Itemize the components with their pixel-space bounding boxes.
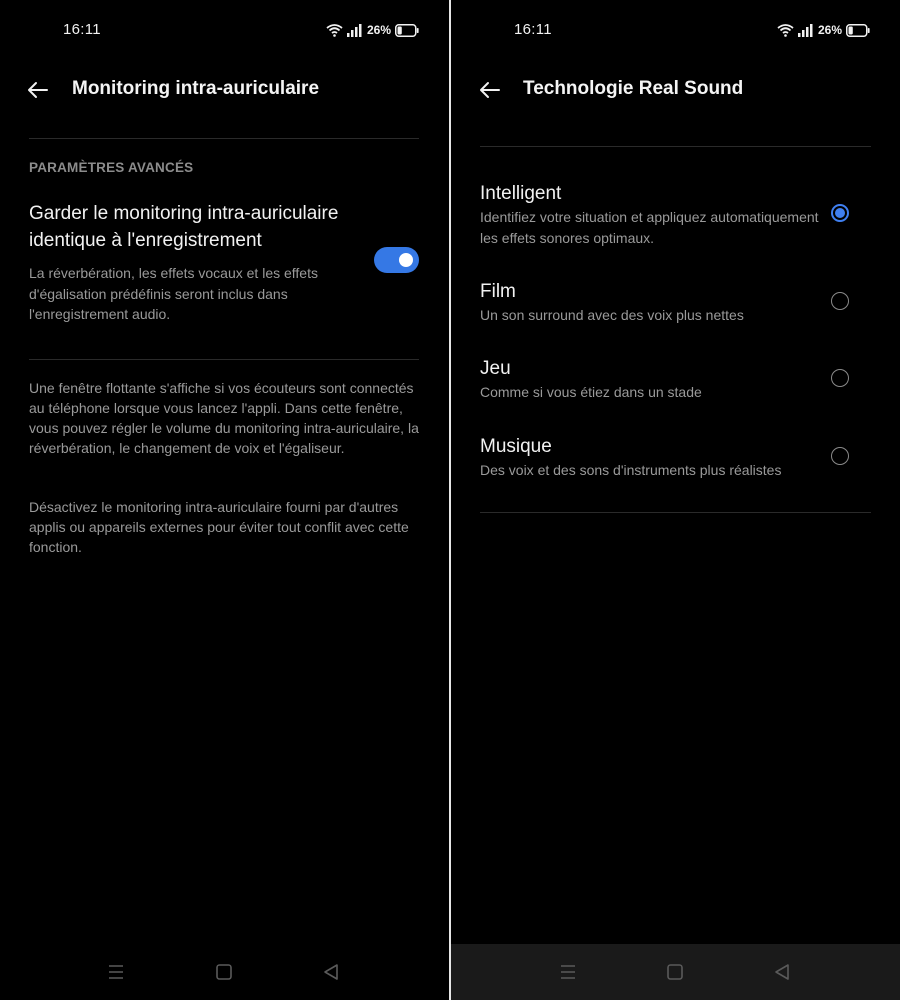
status-time: 16:11 xyxy=(514,21,552,38)
setting-title: Garder le monitoring intra-auriculaire i… xyxy=(29,203,339,251)
section-label: PARAMÈTRES AVANCÉS xyxy=(29,160,194,175)
navigation-bar xyxy=(0,944,449,1000)
status-bar: 16:11 26% xyxy=(0,18,449,42)
navigation-bar xyxy=(451,944,900,1000)
screenshot-stage: 16:11 26% Monitoring intra-auriculaire P… xyxy=(0,0,900,1000)
info-paragraph-2: Désactivez le monitoring intra-auriculai… xyxy=(29,499,409,555)
setting-description: La réverbération, les effets vocaux et l… xyxy=(29,265,318,322)
option-jeu[interactable]: Jeu Comme si vous étiez dans un stade xyxy=(480,356,872,403)
battery-icon xyxy=(395,23,419,37)
page-title: Monitoring intra-auriculaire xyxy=(72,78,320,99)
wifi-icon xyxy=(326,24,343,37)
radio-intelligent[interactable] xyxy=(831,204,849,222)
status-icons: 26% xyxy=(777,20,870,40)
option-title: Intelligent xyxy=(480,183,562,204)
triangle-back-icon[interactable] xyxy=(320,961,342,983)
radio-film[interactable] xyxy=(831,292,849,310)
signal-icon xyxy=(797,24,813,37)
option-description: Comme si vous étiez dans un stade xyxy=(480,384,702,400)
page-title: Technologie Real Sound xyxy=(523,78,744,99)
radio-jeu[interactable] xyxy=(831,369,849,387)
option-title: Musique xyxy=(480,436,552,457)
battery-percent: 26% xyxy=(817,23,842,37)
divider xyxy=(480,512,871,513)
option-description: Un son surround avec des voix plus nette… xyxy=(480,307,744,323)
status-icons: 26% xyxy=(326,20,419,40)
option-title: Jeu xyxy=(480,358,511,379)
option-description: Identifiez votre situation et appliquez … xyxy=(480,209,819,246)
battery-percent: 26% xyxy=(366,23,391,37)
option-intelligent[interactable]: Intelligent Identifiez votre situation e… xyxy=(480,181,872,249)
toggle-knob xyxy=(399,253,413,267)
signal-icon xyxy=(346,24,362,37)
status-bar: 16:11 26% xyxy=(451,18,900,42)
radio-musique[interactable] xyxy=(831,447,849,465)
status-time: 16:11 xyxy=(63,21,101,38)
option-description: Des voix et des sons d'instruments plus … xyxy=(480,462,782,478)
option-musique[interactable]: Musique Des voix et des sons d'instrumen… xyxy=(480,434,872,481)
wifi-icon xyxy=(777,24,794,37)
home-square-icon[interactable] xyxy=(664,961,686,983)
battery-icon xyxy=(846,23,870,37)
divider xyxy=(29,138,419,139)
option-film[interactable]: Film Un son surround avec des voix plus … xyxy=(480,279,872,326)
home-square-icon[interactable] xyxy=(213,961,235,983)
option-title: Film xyxy=(480,281,516,302)
left-header: Monitoring intra-auriculaire xyxy=(0,74,449,108)
right-header: Technologie Real Sound xyxy=(451,74,900,108)
menu-icon[interactable] xyxy=(105,961,127,983)
divider xyxy=(480,146,871,147)
info-paragraph-1: Une fenêtre flottante s'affiche si vos é… xyxy=(29,380,419,456)
left-screen: 16:11 26% Monitoring intra-auriculaire P… xyxy=(0,0,449,1000)
right-screen: 16:11 26% Technologie Real Sound Intelli… xyxy=(451,0,900,1000)
triangle-back-icon[interactable] xyxy=(771,961,793,983)
keep-monitoring-toggle[interactable] xyxy=(374,247,419,273)
menu-icon[interactable] xyxy=(557,961,579,983)
back-arrow-icon[interactable] xyxy=(26,78,50,102)
back-arrow-icon[interactable] xyxy=(478,78,502,102)
divider xyxy=(29,359,419,360)
